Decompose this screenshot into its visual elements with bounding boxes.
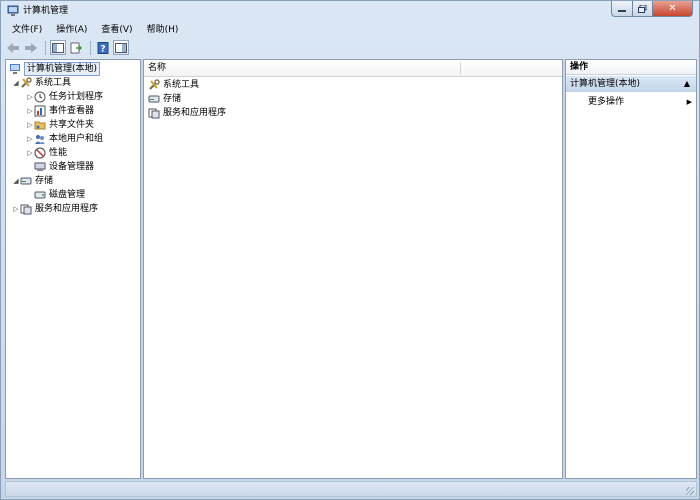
expand-arrow-icon[interactable]: ▷: [26, 104, 34, 118]
console-tree-pane: 计算机管理(本地) ◢ 系统工具 ▷ 任务计划程序 ▷ 事件查看器 ▷ 共享文件: [5, 59, 141, 479]
window-title: 计算机管理: [23, 6, 69, 16]
actions-section-label: 计算机管理(本地): [570, 79, 641, 89]
resize-grip-icon[interactable]: [686, 487, 694, 495]
expand-arrow-icon[interactable]: ▷: [26, 118, 34, 132]
action-pane-icon: [115, 42, 127, 53]
tree-item-label: 性能: [49, 148, 68, 158]
disk-management-icon: [34, 191, 46, 199]
expand-arrow-icon[interactable]: ▷: [26, 132, 34, 146]
tree-item-label: 事件查看器: [49, 106, 95, 116]
tree-item-label: 系统工具: [35, 78, 72, 88]
help-button[interactable]: ?: [95, 40, 111, 55]
storage-icon: [20, 177, 32, 185]
storage-icon: [148, 95, 160, 103]
tree-item-label: 服务和应用程序: [35, 204, 99, 214]
list-item[interactable]: 系统工具: [148, 78, 199, 92]
show-hide-console-tree-button[interactable]: [50, 40, 66, 55]
users-icon: [35, 135, 45, 144]
tree-item-storage[interactable]: ◢ 存储: [12, 174, 53, 188]
menu-view[interactable]: 查看(V): [94, 22, 139, 38]
forward-arrow-icon: [25, 42, 37, 53]
tree-item-label: 本地用户和组: [49, 134, 104, 144]
performance-icon: [34, 147, 46, 159]
export-list-button[interactable]: [68, 40, 84, 55]
device-manager-icon: [34, 162, 46, 171]
expand-arrow-icon[interactable]: ▷: [26, 146, 34, 160]
clock-icon: [34, 91, 46, 103]
tree-item-device-manager[interactable]: 设备管理器: [34, 160, 94, 174]
expand-arrow-icon[interactable]: ▷: [26, 90, 34, 104]
column-header-name[interactable]: 名称: [148, 60, 166, 76]
toolbar-separator: [90, 40, 91, 55]
collapse-arrow-icon[interactable]: ◢: [12, 76, 20, 90]
collapse-arrow-icon[interactable]: ◢: [12, 174, 20, 188]
tree-item-root[interactable]: 计算机管理(本地): [9, 62, 101, 76]
tree-item-label: 设备管理器: [49, 162, 95, 172]
show-hide-action-pane-button[interactable]: [113, 40, 129, 55]
list-item[interactable]: 存储: [148, 92, 181, 106]
menu-file[interactable]: 文件(F): [5, 22, 49, 38]
submenu-arrow-icon: ▶: [686, 98, 692, 106]
title-bar[interactable]: 计算机管理 ✕: [1, 1, 699, 21]
back-arrow-icon: [7, 42, 19, 53]
export-list-icon: [70, 42, 82, 53]
restore-icon: [638, 4, 647, 13]
minimize-icon: [618, 9, 626, 12]
tree-item-system-tools[interactable]: ◢ 系统工具: [12, 76, 71, 90]
actions-pane: 操作 计算机管理(本地) ▲ 更多操作 ▶: [565, 59, 697, 479]
forward-button[interactable]: [23, 40, 39, 55]
tree-item-shared-folders[interactable]: ▷ 共享文件夹: [26, 118, 94, 132]
tree-item-event-viewer[interactable]: ▷ 事件查看器: [26, 104, 94, 118]
tree-item-performance[interactable]: ▷ 性能: [26, 146, 67, 160]
more-actions-label: 更多操作: [588, 97, 625, 107]
tree-item-task-scheduler[interactable]: ▷ 任务计划程序: [26, 90, 103, 104]
services-icon: [20, 204, 32, 215]
tree-item-disk-management[interactable]: 磁盘管理: [34, 188, 85, 202]
list-item-label: 服务和应用程序: [163, 108, 227, 118]
tree-item-label: 磁盘管理: [49, 190, 86, 200]
help-icon: ?: [97, 41, 109, 54]
tree-item-local-users[interactable]: ▷ 本地用户和组: [26, 132, 103, 146]
tools-icon: [21, 77, 32, 88]
shared-folder-icon: [34, 121, 46, 130]
tree-item-label: 任务计划程序: [49, 92, 104, 102]
menu-action[interactable]: 操作(A): [49, 22, 94, 38]
tree-item-label: 共享文件夹: [49, 120, 95, 130]
minimize-button[interactable]: [611, 1, 633, 17]
tree-item-label: 存储: [35, 176, 54, 186]
maximize-button[interactable]: [633, 1, 653, 17]
actions-header: 操作: [566, 60, 696, 75]
status-bar: [5, 481, 697, 497]
tree-item-services-apps[interactable]: ▷ 服务和应用程序: [12, 202, 98, 216]
content-area: 计算机管理(本地) ◢ 系统工具 ▷ 任务计划程序 ▷ 事件查看器 ▷ 共享文件: [5, 59, 697, 479]
actions-section-header[interactable]: 计算机管理(本地) ▲: [566, 76, 696, 92]
list-item-label: 系统工具: [163, 80, 200, 90]
column-header-row: 名称: [144, 60, 562, 77]
menu-help[interactable]: 帮助(H): [140, 22, 186, 38]
computer-management-icon: [10, 64, 20, 74]
list-item[interactable]: 服务和应用程序: [148, 106, 226, 120]
menu-bar: 文件(F) 操作(A) 查看(V) 帮助(H): [5, 22, 185, 38]
toolbar-separator: [45, 40, 46, 55]
result-list-pane: 名称 系统工具 存储 服务和应用程序: [143, 59, 563, 479]
event-viewer-icon: [34, 105, 46, 117]
computer-management-icon: [7, 5, 19, 16]
tools-icon: [149, 79, 160, 90]
svg-text:?: ?: [100, 44, 105, 54]
collapse-up-icon[interactable]: ▲: [684, 76, 690, 92]
close-icon: ✕: [668, 3, 677, 14]
expand-arrow-icon[interactable]: ▷: [12, 202, 20, 216]
back-button[interactable]: [5, 40, 21, 55]
toolbar: ?: [5, 39, 131, 56]
list-item-label: 存储: [163, 94, 182, 104]
tree-item-label: 计算机管理(本地): [24, 62, 101, 76]
console-tree-icon: [52, 42, 64, 53]
services-icon: [148, 108, 160, 119]
column-divider[interactable]: [460, 62, 461, 74]
close-button[interactable]: ✕: [653, 1, 693, 17]
computer-management-window: 计算机管理 ✕ 文件(F) 操作(A) 查看(V) 帮助(H) ? 计算机管理(…: [0, 0, 700, 500]
more-actions-item[interactable]: 更多操作 ▶: [588, 95, 692, 109]
